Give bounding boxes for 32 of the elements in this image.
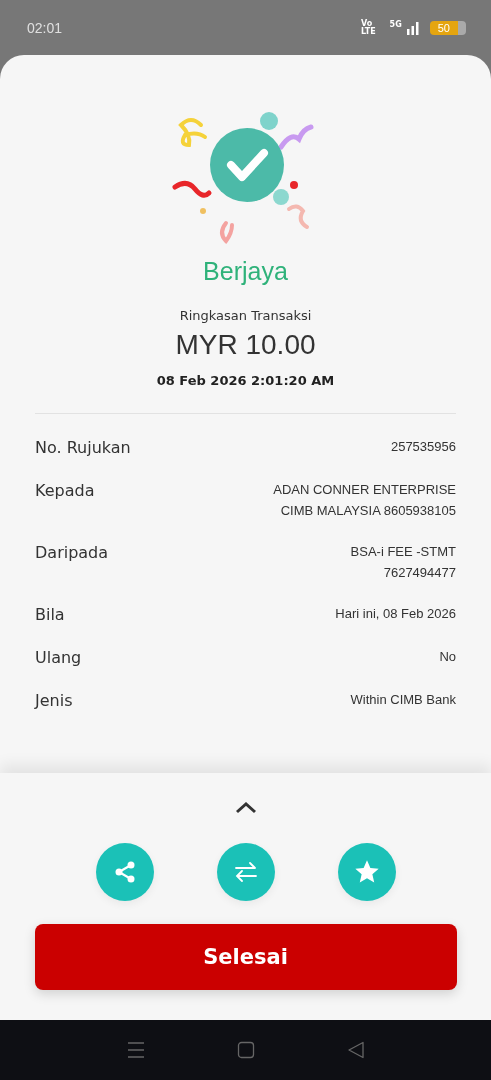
detail-value: ADAN CONNER ENTERPRISE xyxy=(273,481,456,499)
share-button[interactable] xyxy=(95,843,154,901)
detail-value: Hari ini, 08 Feb 2026 xyxy=(335,605,456,623)
detail-label: Kepada xyxy=(35,481,95,501)
done-button[interactable]: Selesai xyxy=(34,924,457,990)
two-arrows-icon xyxy=(232,859,259,885)
detail-value: BSA-i FEE -STMT xyxy=(350,543,456,561)
signal-icon xyxy=(405,20,420,35)
favourite-button[interactable] xyxy=(337,843,396,901)
summary-title: Ringkasan Transaksi xyxy=(179,308,312,323)
detail-value: CIMB MALAYSIA 8605938105 xyxy=(280,502,456,520)
amount: MYR 10.00 xyxy=(175,329,316,361)
transfer-button[interactable] xyxy=(216,843,275,901)
battery-indicator: 50 xyxy=(429,20,466,35)
status-time: 02:01 xyxy=(27,19,63,36)
chevron-up-icon[interactable] xyxy=(234,802,257,814)
detail-label: Daripada xyxy=(35,543,109,563)
volte-indicator: Vo LTE xyxy=(360,19,376,36)
detail-label: Ulang xyxy=(35,648,82,668)
detail-label: Bila xyxy=(35,605,65,625)
detail-value: 7627494477 xyxy=(383,564,456,582)
detail-label: No. Rujukan xyxy=(35,438,131,458)
transaction-datetime: 08 Feb 2026 2:01:20 AM xyxy=(156,373,335,388)
detail-value: Within CIMB Bank xyxy=(350,691,456,709)
success-title: Berjaya xyxy=(203,257,288,286)
network-type: 5G xyxy=(389,19,402,29)
detail-label: Jenis xyxy=(35,691,73,711)
home-icon[interactable] xyxy=(236,1041,255,1059)
menu-icon[interactable] xyxy=(126,1041,145,1059)
detail-value: 257535956 xyxy=(390,438,456,456)
back-icon[interactable] xyxy=(346,1041,365,1059)
detail-value: No xyxy=(439,648,456,666)
